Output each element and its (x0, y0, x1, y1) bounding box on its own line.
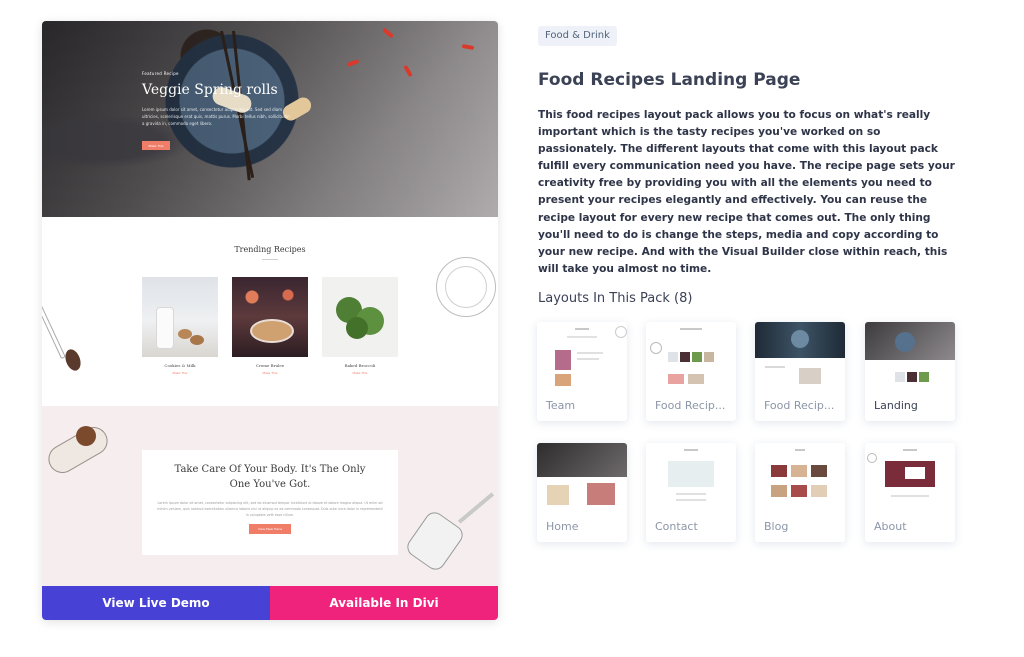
spatula-sketch (403, 508, 467, 574)
recipe-card: Baked Broccoli Make This (322, 277, 398, 375)
layout-card-team[interactable]: Team (537, 322, 627, 421)
layout-card-blog[interactable]: Blog (755, 443, 845, 542)
hero-title: Veggie Spring rolls (142, 82, 278, 98)
pack-description: This food recipes layout pack allows you… (538, 109, 955, 275)
category-badge[interactable]: Food & Drink (538, 26, 617, 46)
layout-label: Blog (764, 520, 789, 533)
divider (262, 259, 278, 260)
hero-section: Featured Recipe Veggie Spring rolls Lore… (42, 21, 498, 217)
hero-text: Featured Recipe Veggie Spring rolls Lore… (142, 71, 292, 150)
layout-label: Food Recip... (655, 399, 726, 412)
layout-label: Contact (655, 520, 698, 533)
care-button: View Meal Plans (249, 524, 291, 534)
recipe-link: Make This (352, 371, 368, 375)
recipe-card: Creme Brulee Make This (232, 277, 308, 375)
view-live-demo-button[interactable]: View Live Demo (42, 586, 270, 620)
spoon-bowl (62, 347, 84, 373)
layout-thumbnail (646, 443, 736, 511)
layout-thumbnail (755, 443, 845, 511)
care-title: Take Care Of Your Body. It's The Only On… (174, 464, 366, 490)
recipe-image (322, 277, 398, 357)
chili (382, 27, 394, 39)
layout-label: Food Recip... (764, 399, 835, 412)
recipe-name: Baked Broccoli (344, 363, 376, 368)
hero-eyebrow: Featured Recipe (142, 71, 179, 76)
page-title: Food Recipes Landing Page (538, 70, 801, 90)
layout-label: Team (546, 399, 576, 412)
hero-body: Lorem ipsum dolor sit amet, consectetur … (142, 107, 290, 126)
trending-section: Trending Recipes Cookies & Milk Make Thi… (42, 217, 498, 406)
layout-card-landing[interactable]: Landing (865, 322, 955, 421)
available-in-divi-button[interactable]: Available In Divi (270, 586, 498, 620)
layout-thumbnail (537, 443, 627, 511)
care-body: Lorem ipsum dolor sit amet, consectetur … (157, 501, 383, 517)
spoon-sketch (42, 300, 66, 360)
layout-thumbnail (865, 322, 955, 390)
layouts-heading: Layouts In This Pack (8) (538, 291, 693, 306)
recipe-name: Creme Brulee (255, 363, 285, 368)
layout-thumbnail (755, 322, 845, 390)
spatula-handle (457, 492, 495, 524)
layout-label: Home (546, 520, 579, 533)
care-section: Take Care Of Your Body. It's The Only On… (42, 406, 498, 586)
chili (403, 64, 413, 78)
layout-card-about[interactable]: About (865, 443, 955, 542)
layout-thumbnail (646, 322, 736, 390)
layout-preview: Featured Recipe Veggie Spring rolls Lore… (42, 21, 498, 620)
recipe-card: Cookies & Milk Make This (142, 277, 218, 375)
layout-card-food-recipes-1[interactable]: Food Recip... (646, 322, 736, 421)
layout-label: Landing (874, 399, 918, 412)
chili (346, 59, 360, 67)
recipe-link: Make This (262, 371, 278, 375)
chili (461, 43, 475, 51)
plate-sketch (436, 257, 496, 317)
layout-card-food-recipes-2[interactable]: Food Recip... (755, 322, 845, 421)
recipe-image (232, 277, 308, 357)
recipe-name: Cookies & Milk (164, 363, 196, 368)
care-box: Take Care Of Your Body. It's The Only On… (142, 450, 398, 555)
cutting-board-food (76, 426, 96, 446)
layout-card-home[interactable]: Home (537, 443, 627, 542)
recipe-image (142, 277, 218, 357)
trending-title: Trending Recipes (234, 245, 306, 254)
layout-card-contact[interactable]: Contact (646, 443, 736, 542)
layout-label: About (874, 520, 907, 533)
recipe-link: Make This (172, 371, 188, 375)
hero-button: Make This (142, 141, 170, 150)
layout-thumbnail (865, 443, 955, 511)
layout-thumbnail (537, 322, 627, 390)
